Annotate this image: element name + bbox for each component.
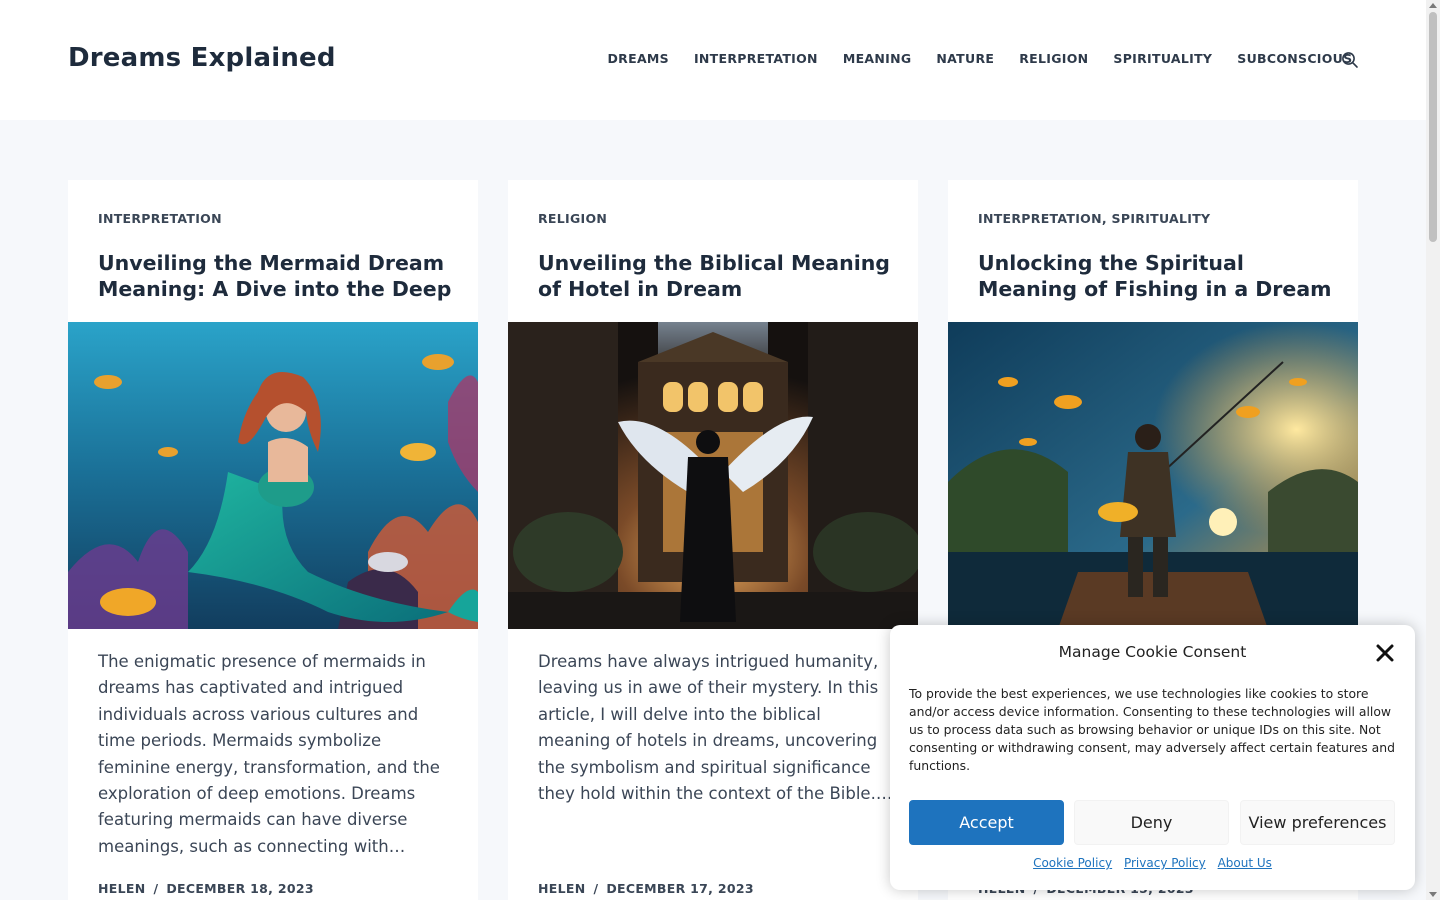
post-title[interactable]: Unveiling the Biblical Meaning of Hotel …	[538, 250, 898, 302]
hotel-angel-image[interactable]	[508, 322, 918, 629]
meta-separator: /	[593, 881, 599, 896]
cookie-dialog-links: Cookie Policy Privacy Policy About Us	[890, 856, 1415, 870]
post-excerpt: The enigmatic presence of mermaids in dr…	[98, 652, 440, 856]
nav-item-spirituality[interactable]: SPIRITUALITY	[1113, 51, 1212, 66]
post-card: INTERPRETATION Unveiling the Mermaid Dre…	[68, 180, 478, 900]
cookie-dialog-title: Manage Cookie Consent	[1058, 643, 1247, 661]
privacy-policy-link[interactable]: Privacy Policy	[1124, 856, 1206, 870]
post-author[interactable]: HELEN	[538, 881, 585, 896]
post-card: RELIGION Unveiling the Biblical Meaning …	[508, 180, 918, 900]
scroll-down-arrow-icon[interactable]	[1429, 892, 1437, 897]
nav-item-subconscious[interactable]: SUBCONSCIOUS	[1237, 51, 1352, 66]
nav-item-dreams[interactable]: DREAMS	[608, 51, 669, 66]
post-author[interactable]: HELEN	[98, 881, 145, 896]
nav-item-meaning[interactable]: MEANING	[843, 51, 912, 66]
main-nav: DREAMS INTERPRETATION MEANING NATURE REL…	[595, 51, 1365, 66]
meta-separator: /	[153, 881, 159, 896]
post-category[interactable]: INTERPRETATION	[98, 211, 222, 226]
fishing-pier-image[interactable]	[948, 322, 1358, 629]
post-meta: HELEN / DECEMBER 17, 2023	[538, 881, 754, 896]
search-icon[interactable]	[1341, 51, 1359, 69]
close-icon[interactable]	[1374, 642, 1396, 664]
page-scrollbar[interactable]	[1426, 0, 1440, 900]
post-title[interactable]: Unlocking the Spiritual Meaning of Fishi…	[978, 250, 1338, 302]
cookie-dialog-text: To provide the best experiences, we use …	[909, 686, 1395, 773]
post-meta: HELEN / DECEMBER 18, 2023	[98, 881, 314, 896]
post-category[interactable]: RELIGION	[538, 211, 607, 226]
post-excerpt: Dreams have always intrigued humanity, l…	[538, 652, 893, 804]
deny-button[interactable]: Deny	[1074, 800, 1229, 845]
accept-button[interactable]: Accept	[909, 800, 1064, 845]
nav-item-interpretation[interactable]: INTERPRETATION	[694, 51, 818, 66]
nav-item-religion[interactable]: RELIGION	[1019, 51, 1088, 66]
site-header: Dreams Explained DREAMS INTERPRETATION M…	[0, 0, 1426, 120]
post-date: DECEMBER 18, 2023	[166, 881, 314, 896]
site-title[interactable]: Dreams Explained	[68, 43, 336, 73]
view-preferences-button[interactable]: View preferences	[1240, 800, 1395, 845]
post-title[interactable]: Unveiling the Mermaid Dream Meaning: A D…	[98, 250, 458, 302]
cookie-consent-dialog: Manage Cookie Consent To provide the bes…	[890, 625, 1415, 890]
post-date: DECEMBER 17, 2023	[606, 881, 754, 896]
scroll-up-arrow-icon[interactable]	[1429, 3, 1437, 8]
about-us-link[interactable]: About Us	[1218, 856, 1272, 870]
mermaid-underwater-image[interactable]	[68, 322, 478, 629]
scrollbar-thumb[interactable]	[1429, 12, 1437, 242]
cookie-policy-link[interactable]: Cookie Policy	[1033, 856, 1112, 870]
post-category[interactable]: INTERPRETATION, SPIRITUALITY	[978, 211, 1210, 226]
nav-item-nature[interactable]: NATURE	[936, 51, 994, 66]
